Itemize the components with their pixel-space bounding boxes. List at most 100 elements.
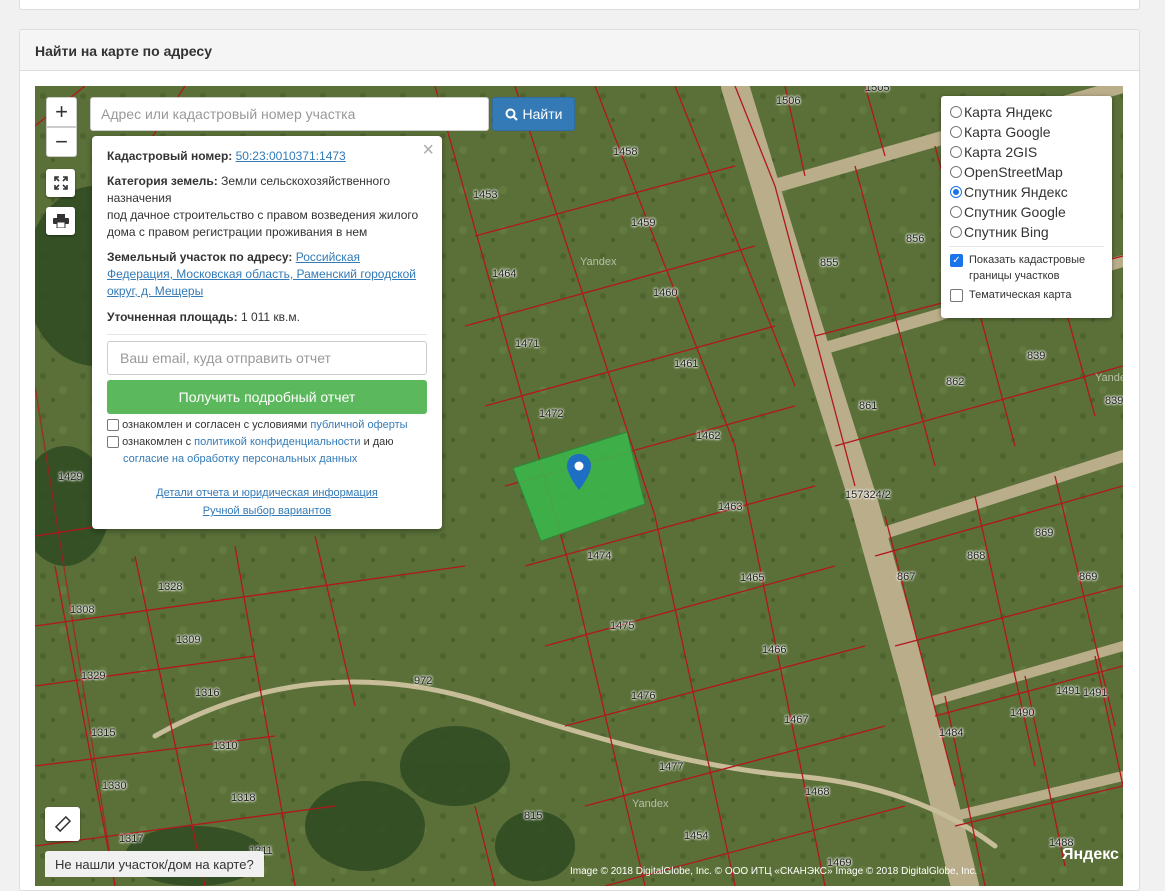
plot-number-label[interactable]: 1506 [776,95,800,107]
zoom-out-button[interactable]: − [46,127,77,157]
plot-number-label[interactable]: 1308 [70,604,94,616]
plot-number-label[interactable]: 839 [1105,395,1123,407]
thematic-map-checkbox[interactable] [950,288,963,302]
top-panel [19,0,1140,10]
plot-number-label[interactable]: 1505 [865,86,889,94]
cadastral-number-link[interactable]: 50:23:0010371:1473 [236,149,346,163]
details-row: Детали отчета и юридическая информация [92,487,442,499]
plot-number-label[interactable]: 1328 [158,581,182,593]
plot-number-label[interactable]: 1471 [515,338,539,350]
plot-number-label[interactable]: 1453 [473,189,497,201]
print-button[interactable] [46,207,75,235]
layer-option[interactable]: OpenStreetMap [950,163,1063,181]
plot-number-label[interactable]: 1465 [740,572,764,584]
zoom-in-button[interactable]: + [46,97,77,127]
plot-number-label[interactable]: 1490 [1010,707,1034,719]
address-search-input[interactable] [90,97,489,131]
plot-number-label[interactable]: 867 [897,571,915,583]
cadastral-row: Кадастровый номер: 50:23:0010371:1473 [107,149,346,163]
plot-number-label[interactable]: 1491 [1056,685,1080,697]
layer-radio[interactable] [950,146,962,158]
plot-number-label[interactable]: 862 [946,376,964,388]
manual-selection-link[interactable]: Ручной выбор вариантов [203,505,331,517]
layer-radio[interactable] [950,206,962,218]
layer-radio[interactable] [950,126,962,138]
layer-label: Спутник Яндекс [964,184,1068,200]
fullscreen-button[interactable] [46,169,75,197]
plot-number-label[interactable]: 1476 [631,690,655,702]
thematic-map-toggle[interactable]: Тематическая карта [950,286,1071,304]
layer-switcher: Карта Яндекс Карта Google Карта 2GIS OpenSt… [941,96,1112,318]
plot-number-label[interactable]: 1329 [81,670,105,682]
layer-radio[interactable] [950,166,962,178]
layer-radio[interactable] [950,186,962,198]
map-watermark: Yandex [632,798,669,810]
offer-link[interactable]: публичной оферты [310,419,407,431]
plot-number-label[interactable]: 1461 [674,358,698,370]
email-field[interactable] [107,341,427,375]
layer-option[interactable]: Спутник Яндекс [950,183,1068,201]
plot-number-label[interactable]: 157324/2 [845,489,891,501]
details-link[interactable]: Детали отчета и юридическая информация [156,487,378,499]
map-attribution: Image © 2018 DigitalGlobe, Inc. © ООО ИТ… [570,866,978,877]
divider [107,334,427,335]
show-borders-checkbox[interactable]: ✓ [950,254,963,267]
show-borders-toggle[interactable]: ✓ Показать кадастровые границы участков [950,252,1101,286]
not-found-button[interactable]: Не нашли участок/дом на карте? [45,851,264,877]
plot-number-label[interactable]: 1474 [587,550,611,562]
data-processing-link[interactable]: согласие на обработку персональных данны… [107,453,357,465]
plot-number-label[interactable]: 1475 [610,620,634,632]
privacy-link[interactable]: политикой конфиденциальности [194,436,360,448]
plot-number-label[interactable]: 1467 [784,714,808,726]
plot-number-label[interactable]: 1459 [631,217,655,229]
plot-number-label[interactable]: 1463 [718,501,742,513]
consent-privacy-checkbox[interactable] [107,436,119,449]
plot-number-label[interactable]: 1429 [58,471,82,483]
layer-option[interactable]: Спутник Google [950,203,1066,221]
plot-number-label[interactable]: 1484 [939,727,963,739]
plot-number-label[interactable]: 861 [859,400,877,412]
layer-option[interactable]: Спутник Bing [950,223,1049,241]
plot-number-label[interactable]: 1460 [653,287,677,299]
plot-number-label[interactable]: 1477 [659,761,683,773]
ruler-button[interactable] [45,807,80,841]
plot-number-label[interactable]: 868 [967,550,985,562]
plot-number-label[interactable]: 1491 [1083,687,1107,699]
consent-offer-checkbox[interactable] [107,419,119,432]
plot-number-label[interactable]: 1472 [539,408,563,420]
consent-offer: ознакомлен и согласен с условиями публич… [107,417,425,434]
address-row: Земельный участок по адресу: Российская … [107,250,416,298]
location-marker-icon[interactable] [567,454,591,490]
plot-number-label[interactable]: 1330 [102,780,126,792]
plot-number-label[interactable]: 855 [820,257,838,269]
plot-number-label[interactable]: 1317 [119,833,143,845]
get-report-button[interactable]: Получить подробный отчет [107,380,427,414]
plot-number-label[interactable]: 1315 [91,727,115,739]
plot-number-label[interactable]: 1309 [176,634,200,646]
plot-info-popup: × Кадастровый номер: 50:23:0010371:1473 … [92,136,442,529]
plot-number-label[interactable]: 839 [1027,350,1045,362]
layer-label: Спутник Bing [964,224,1049,240]
plot-number-label[interactable]: 1318 [231,792,255,804]
plot-number-label[interactable]: 1316 [195,687,219,699]
plot-number-label[interactable]: 1464 [492,268,516,280]
layer-option[interactable]: Карта Яндекс [950,103,1052,121]
map-container[interactable]: 1506 1505 1458 1453 1459 1464 1460 1471 1461 1472… [35,86,1123,886]
plot-number-label[interactable]: 1310 [213,740,237,752]
plot-number-label[interactable]: 815 [524,810,542,822]
layer-radio[interactable] [950,106,962,118]
plot-number-label[interactable]: 1466 [762,644,786,656]
plot-number-label[interactable]: 869 [1079,571,1097,583]
plot-number-label[interactable]: 869 [1035,527,1053,539]
plot-number-label[interactable]: 1458 [613,146,637,158]
plot-number-label[interactable]: 856 [906,233,924,245]
plot-number-label[interactable]: 1468 [805,786,829,798]
layer-option[interactable]: Карта 2GIS [950,143,1037,161]
layer-label: Карта Яндекс [964,104,1053,120]
search-button[interactable]: Найти [492,97,575,131]
plot-number-label[interactable]: 1454 [684,830,708,842]
plot-number-label[interactable]: 1462 [696,430,720,442]
plot-number-label[interactable]: 972 [414,675,432,687]
layer-option[interactable]: Карта Google [950,123,1051,141]
layer-radio[interactable] [950,226,962,238]
